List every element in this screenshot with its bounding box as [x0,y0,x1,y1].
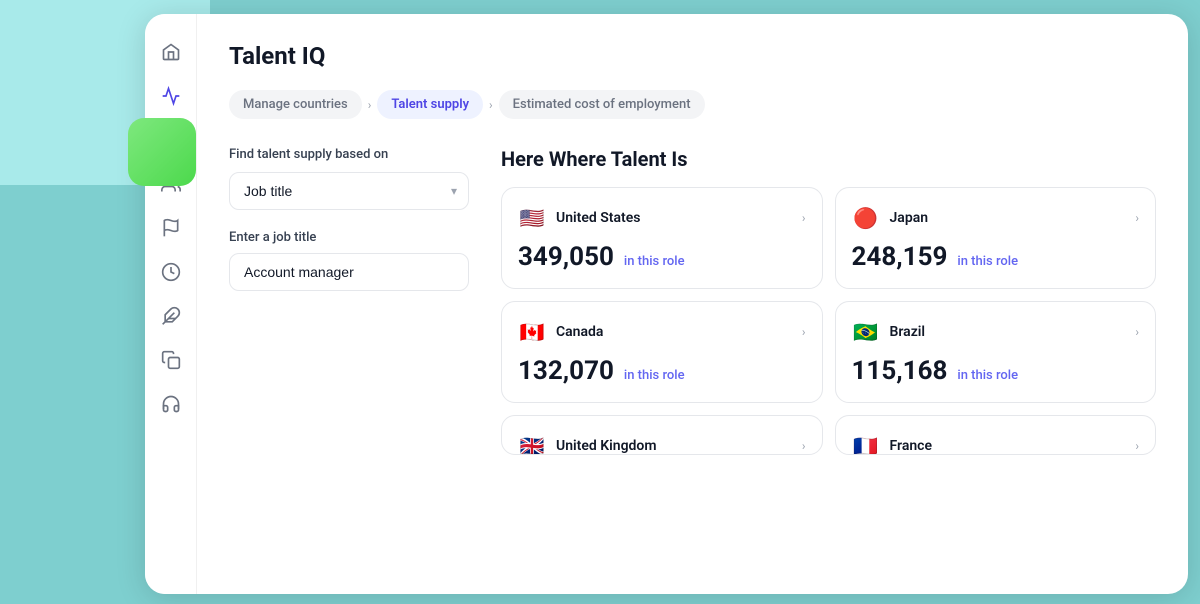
breadcrumb-manage-countries[interactable]: Manage countries [229,90,362,119]
card-country-gb: 🇬🇧 United Kingdom [518,432,657,455]
flag-br: 🇧🇷 [852,318,880,346]
app-logo [128,118,196,186]
card-header-jp: 🔴 Japan › [852,204,1140,232]
card-country-br: 🇧🇷 Brazil [852,318,926,346]
country-name-jp: Japan [890,210,929,226]
card-chevron-fr: › [1135,439,1139,453]
flag-gb: 🇬🇧 [518,432,546,455]
card-chevron-br: › [1135,325,1139,339]
country-name-gb: United Kingdom [556,438,657,454]
sidebar [145,14,197,594]
country-card-fr[interactable]: 🇫🇷 France › [835,415,1157,455]
sidebar-icon-clock[interactable] [153,254,189,290]
main-content: Talent IQ Manage countries › Talent supp… [197,14,1188,594]
section-title: Here Where Talent Is [501,147,1156,171]
breadcrumb: Manage countries › Talent supply › Estim… [229,90,1156,119]
job-title-select[interactable]: Job title [229,172,469,210]
country-card-jp[interactable]: 🔴 Japan › 248,159 in this role [835,187,1157,289]
sidebar-icon-flag[interactable] [153,210,189,246]
card-count-jp: 248,159 in this role [852,242,1140,272]
job-title-input[interactable] [229,253,469,291]
page-title: Talent IQ [229,42,1156,70]
sidebar-icon-home[interactable] [153,34,189,70]
sidebar-icon-copy[interactable] [153,342,189,378]
sidebar-icon-puzzle[interactable] [153,298,189,334]
card-header-fr: 🇫🇷 France › [852,432,1140,455]
country-card-us[interactable]: 🇺🇸 United States › 349,050 in this role [501,187,823,289]
breadcrumb-arrow-2: › [489,98,493,112]
job-title-select-wrapper: Job title ▾ [229,172,469,210]
country-name-fr: France [890,438,933,454]
card-country-ca: 🇨🇦 Canada [518,318,603,346]
two-col-layout: Find talent supply based on Job title ▾ … [229,147,1156,455]
card-chevron-gb: › [802,439,806,453]
sidebar-icon-headphone[interactable] [153,386,189,422]
card-country-us: 🇺🇸 United States [518,204,640,232]
flag-jp: 🔴 [852,204,880,232]
card-country-fr: 🇫🇷 France [852,432,933,455]
main-container: Talent IQ Manage countries › Talent supp… [145,14,1188,594]
country-card-br[interactable]: 🇧🇷 Brazil › 115,168 in this role [835,301,1157,403]
right-panel: Here Where Talent Is 🇺🇸 United States › [501,147,1156,455]
card-chevron-jp: › [1135,211,1139,225]
card-header-ca: 🇨🇦 Canada › [518,318,806,346]
find-label: Find talent supply based on [229,147,469,162]
card-chevron-us: › [802,211,806,225]
flag-us: 🇺🇸 [518,204,546,232]
card-country-jp: 🔴 Japan [852,204,929,232]
card-count-ca: 132,070 in this role [518,356,806,386]
card-chevron-ca: › [802,325,806,339]
card-count-us: 349,050 in this role [518,242,806,272]
breadcrumb-arrow-1: › [368,98,372,112]
card-count-br: 115,168 in this role [852,356,1140,386]
country-card-gb[interactable]: 🇬🇧 United Kingdom › [501,415,823,455]
flag-fr: 🇫🇷 [852,432,880,455]
sidebar-icon-chart[interactable] [153,78,189,114]
enter-job-title-label: Enter a job title [229,230,469,245]
breadcrumb-talent-supply[interactable]: Talent supply [377,90,483,119]
left-panel: Find talent supply based on Job title ▾ … [229,147,469,455]
country-name-br: Brazil [890,324,926,340]
flag-ca: 🇨🇦 [518,318,546,346]
country-name-ca: Canada [556,324,603,340]
country-card-ca[interactable]: 🇨🇦 Canada › 132,070 in this role [501,301,823,403]
breadcrumb-estimated-cost[interactable]: Estimated cost of employment [499,90,705,119]
card-header-us: 🇺🇸 United States › [518,204,806,232]
card-header-br: 🇧🇷 Brazil › [852,318,1140,346]
card-header-gb: 🇬🇧 United Kingdom › [518,432,806,455]
country-cards-grid: 🇺🇸 United States › 349,050 in this role [501,187,1156,455]
country-name-us: United States [556,210,640,226]
